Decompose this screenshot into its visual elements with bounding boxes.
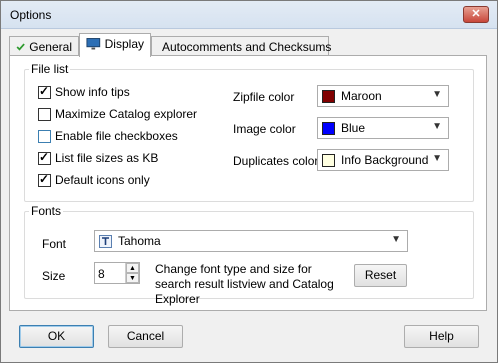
size-label: Size [42, 269, 66, 283]
chevron-down-icon: ▼ [432, 121, 442, 132]
fonts-legend: Fonts [29, 204, 64, 218]
fonts-group: Fonts Font Tahoma ▼ Size 8 ▲ ▼ Change fo… [24, 204, 474, 306]
reset-button[interactable]: Reset [354, 264, 407, 287]
tab-general[interactable]: General [9, 36, 79, 56]
tab-display-label: Display [104, 37, 144, 51]
title-bar: Options ✕ [1, 1, 497, 29]
tab-autocomments[interactable]: Autocomments and Checksums [151, 36, 332, 56]
maximize-catalog-explorer-checkbox[interactable]: Maximize Catalog explorer [38, 107, 197, 121]
spin-up-button[interactable]: ▲ [126, 263, 139, 273]
file-list-group: File list ✓ Show info tips Maximize Cata… [24, 62, 474, 202]
check-mark-icon: ✓ [39, 171, 50, 186]
tab-general-label: General [29, 40, 72, 54]
font-label: Font [42, 237, 67, 251]
chevron-down-icon: ▼ [432, 153, 442, 164]
selected-value: Info Background [341, 153, 429, 167]
checkbox-label: Maximize Catalog explorer [55, 107, 198, 121]
zipfile-color-label: Zipfile color [233, 90, 295, 104]
checkbox-label: Enable file checkboxes [55, 129, 178, 143]
duplicates-color-select[interactable]: Info Background ▼ [317, 149, 449, 171]
help-button[interactable]: Help [404, 325, 479, 348]
font-select[interactable]: Tahoma ▼ [94, 230, 408, 252]
font-size-value: 8 [98, 267, 105, 281]
checkmark-icon [16, 43, 25, 51]
checkbox-label: Default icons only [55, 173, 150, 187]
check-mark-icon: ✓ [39, 149, 50, 164]
color-swatch [322, 153, 335, 167]
checkbox-label: Show info tips [55, 85, 130, 99]
check-mark-icon: ✓ [39, 83, 50, 98]
selected-value: Blue [341, 121, 366, 135]
font-description: Change font type and size for search res… [155, 262, 334, 306]
show-info-tips-checkbox[interactable]: ✓ Show info tips [38, 83, 130, 99]
checkbox-box[interactable]: ✓ [38, 149, 51, 165]
zipfile-color-select[interactable]: Maroon ▼ [317, 85, 449, 107]
default-icons-only-checkbox[interactable]: ✓ Default icons only [38, 171, 150, 187]
font-type-icon [99, 234, 112, 248]
display-tab-panel: File list ✓ Show info tips Maximize Cata… [9, 55, 487, 311]
enable-file-checkboxes-checkbox[interactable]: Enable file checkboxes [38, 129, 178, 143]
selected-value: Maroon [341, 89, 382, 103]
cancel-button[interactable]: Cancel [108, 325, 183, 348]
spinner-buttons: ▲ ▼ [125, 263, 139, 283]
image-color-label: Image color [233, 122, 296, 136]
window-title: Options [10, 8, 52, 22]
color-swatch [322, 121, 335, 135]
monitor-icon [86, 38, 101, 50]
selected-font: Tahoma [118, 234, 161, 248]
tab-display[interactable]: Display [79, 33, 151, 57]
font-size-spinner[interactable]: 8 ▲ ▼ [94, 262, 140, 284]
chevron-down-icon: ▼ [391, 234, 401, 245]
checkbox-box[interactable] [38, 107, 51, 121]
list-file-sizes-kb-checkbox[interactable]: ✓ List file sizes as KB [38, 149, 159, 165]
tab-autocomments-label: Autocomments and Checksums [162, 40, 332, 54]
color-swatch [322, 89, 335, 103]
image-color-select[interactable]: Blue ▼ [317, 117, 449, 139]
chevron-down-icon: ▼ [432, 89, 442, 100]
close-button[interactable]: ✕ [463, 6, 489, 23]
file-list-legend: File list [29, 62, 71, 76]
ok-button[interactable]: OK [19, 325, 94, 348]
duplicates-color-label: Duplicates color [233, 154, 319, 168]
checkbox-box[interactable]: ✓ [38, 171, 51, 187]
spin-down-button[interactable]: ▼ [126, 273, 139, 283]
checkbox-label: List file sizes as KB [55, 151, 159, 165]
checkbox-box[interactable] [38, 129, 51, 143]
checkbox-box[interactable]: ✓ [38, 83, 51, 99]
options-dialog: Options ✕ General Display Autocomments a… [0, 0, 498, 363]
